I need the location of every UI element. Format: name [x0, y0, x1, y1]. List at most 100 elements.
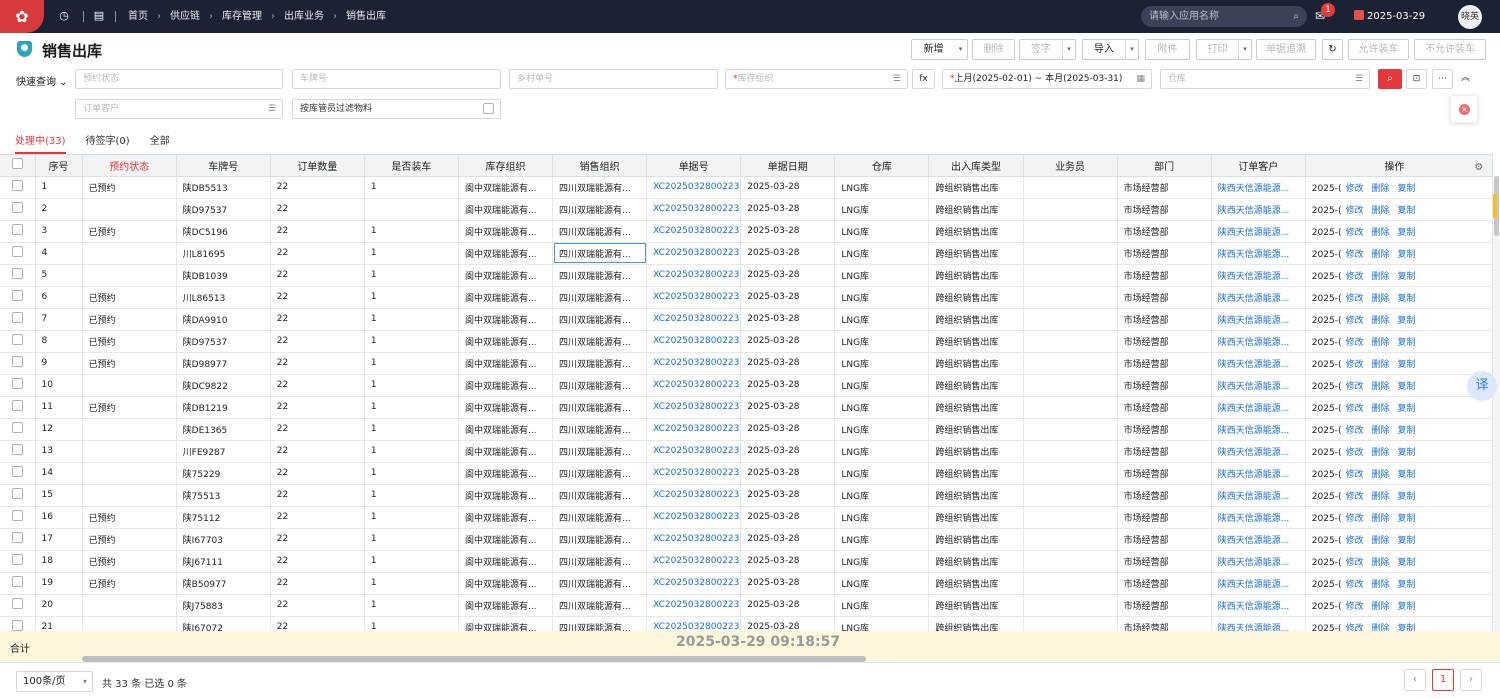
- col-header[interactable]: 车牌号: [176, 155, 271, 177]
- document-icon[interactable]: ▤: [92, 9, 106, 23]
- edit-link[interactable]: 修改: [1345, 404, 1363, 414]
- row-checkbox[interactable]: [0, 572, 36, 595]
- edit-link[interactable]: 修改: [1345, 294, 1363, 304]
- tab-pending-sign[interactable]: 待签字(0): [86, 132, 130, 154]
- customer-link[interactable]: 陕西天信源能源...: [1211, 220, 1306, 243]
- customer-link[interactable]: 陕西天信源能源...: [1211, 396, 1306, 419]
- copy-link[interactable]: 复制: [1398, 360, 1416, 370]
- delete-link[interactable]: 删除: [1371, 624, 1389, 632]
- error-indicator[interactable]: ×: [1450, 95, 1478, 123]
- avatar[interactable]: 晓英: [1458, 5, 1482, 29]
- doc-no-link[interactable]: XC2025032800223...: [646, 616, 742, 631]
- booking-status-field[interactable]: 预约状态: [75, 69, 283, 89]
- chevron-down-icon[interactable]: ▾: [954, 40, 967, 59]
- row-checkbox[interactable]: [0, 220, 36, 243]
- delete-button[interactable]: 删除: [972, 39, 1015, 60]
- col-header[interactable]: 序号: [35, 155, 83, 177]
- row-checkbox[interactable]: [0, 286, 36, 309]
- edit-link[interactable]: 修改: [1345, 580, 1363, 590]
- edit-link[interactable]: 修改: [1345, 514, 1363, 524]
- page-size-select[interactable]: 100条/页 ▾: [16, 671, 93, 692]
- col-header[interactable]: 订单数量: [270, 155, 365, 177]
- edit-link[interactable]: 修改: [1345, 184, 1363, 194]
- copy-link[interactable]: 复制: [1398, 514, 1416, 524]
- disallow-load-button[interactable]: 不允许装车: [1414, 39, 1486, 60]
- row-checkbox[interactable]: [0, 352, 36, 375]
- copy-link[interactable]: 复制: [1398, 272, 1416, 282]
- delete-link[interactable]: 删除: [1371, 536, 1389, 546]
- trace-button[interactable]: 单据追溯: [1256, 39, 1316, 60]
- edit-link[interactable]: 修改: [1345, 382, 1363, 392]
- table-row[interactable]: 15 陕75513 22 1 阆中双瑞能源有... 四川双瑞能源有... XC2025032…: [0, 484, 1493, 507]
- delete-link[interactable]: 删除: [1371, 448, 1389, 458]
- customer-link[interactable]: 陕西天信源能源...: [1211, 616, 1306, 631]
- table-row[interactable]: 12 陕DE1365 22 1 阆中双瑞能源有... 四川双瑞能源有... XC202503…: [0, 418, 1493, 441]
- filter-settings-icon[interactable]: ⊡: [1406, 69, 1427, 89]
- row-checkbox[interactable]: [0, 440, 36, 463]
- copy-link[interactable]: 复制: [1398, 580, 1416, 590]
- list-icon[interactable]: ☰: [268, 100, 276, 118]
- plate-no-field[interactable]: 车牌号: [292, 69, 501, 89]
- delete-link[interactable]: 删除: [1371, 470, 1389, 480]
- copy-link[interactable]: 复制: [1398, 426, 1416, 436]
- doc-no-link[interactable]: XC2025032800223...: [646, 198, 742, 221]
- delete-link[interactable]: 删除: [1371, 382, 1389, 392]
- edit-link[interactable]: 修改: [1345, 536, 1363, 546]
- copy-link[interactable]: 复制: [1398, 448, 1416, 458]
- doc-no-link[interactable]: XC2025032800223...: [646, 220, 742, 243]
- table-row[interactable]: 7 已预约 陕DA9910 22 1 阆中双瑞能源有... 四川双瑞能源有... XC2025…: [0, 308, 1493, 331]
- delete-link[interactable]: 删除: [1371, 184, 1389, 194]
- tab-all[interactable]: 全部: [150, 132, 170, 154]
- chevron-down-icon[interactable]: ▾: [1238, 40, 1251, 59]
- customer-link[interactable]: 陕西天信源能源...: [1211, 330, 1306, 353]
- row-checkbox[interactable]: [0, 484, 36, 507]
- row-checkbox[interactable]: [0, 462, 36, 485]
- copy-link[interactable]: 复制: [1398, 602, 1416, 612]
- search-button[interactable]: ⌕: [1378, 69, 1402, 89]
- doc-no-link[interactable]: XC2025032800223...: [646, 352, 742, 375]
- col-header[interactable]: 是否装车: [364, 155, 459, 177]
- add-button[interactable]: 新增 ▾: [911, 39, 968, 60]
- close-icon[interactable]: ×: [1459, 104, 1470, 115]
- row-checkbox[interactable]: [0, 198, 36, 221]
- row-checkbox[interactable]: [0, 506, 36, 529]
- breadcrumb-home[interactable]: 首页: [128, 0, 148, 33]
- delete-link[interactable]: 删除: [1371, 206, 1389, 216]
- delete-link[interactable]: 删除: [1371, 228, 1389, 238]
- vertical-scrollbar[interactable]: [1493, 176, 1500, 631]
- customer-link[interactable]: 陕西天信源能源...: [1211, 374, 1306, 397]
- customer-link[interactable]: 陕西天信源能源...: [1211, 484, 1306, 507]
- customer-link[interactable]: 陕西天信源能源...: [1211, 506, 1306, 529]
- delete-link[interactable]: 删除: [1371, 580, 1389, 590]
- app-logo-icon[interactable]: ✿: [0, 0, 44, 33]
- table-row[interactable]: 4 川L81695 22 1 阆中双瑞能源有... 四川双瑞能源有... XC2025032…: [0, 242, 1493, 265]
- copy-link[interactable]: 复制: [1398, 382, 1416, 392]
- attach-button[interactable]: 附件: [1145, 39, 1190, 60]
- copy-link[interactable]: 复制: [1398, 470, 1416, 480]
- table-row[interactable]: 13 川FE9287 22 1 阆中双瑞能源有... 四川双瑞能源有... XC202503…: [0, 440, 1493, 463]
- column-settings-icon[interactable]: ⚙: [1474, 162, 1483, 173]
- doc-no-link[interactable]: XC2025032800223...: [646, 330, 742, 353]
- row-checkbox[interactable]: [0, 594, 36, 617]
- row-checkbox[interactable]: [0, 308, 36, 331]
- table-row[interactable]: 8 已预约 陕D97537 22 1 阆中双瑞能源有... 四川双瑞能源有... XC2025…: [0, 330, 1493, 353]
- doc-no-link[interactable]: XC2025032800223...: [646, 528, 742, 551]
- table-row[interactable]: 16 已预约 陕75112 22 1 阆中双瑞能源有... 四川双瑞能源有... XC2025…: [0, 506, 1493, 529]
- table-row[interactable]: 10 陕DC9822 22 1 阆中双瑞能源有... 四川双瑞能源有... XC202503…: [0, 374, 1493, 397]
- col-header[interactable]: 订单客户: [1211, 155, 1306, 177]
- doc-no-link[interactable]: XC2025032800223...: [646, 286, 742, 309]
- edit-link[interactable]: 修改: [1345, 360, 1363, 370]
- delete-link[interactable]: 删除: [1371, 294, 1389, 304]
- sign-button[interactable]: 签字 ▾: [1019, 39, 1076, 60]
- table-row[interactable]: 2 陕D97537 22 阆中双瑞能源有... 四川双瑞能源有... XC20250328…: [0, 198, 1493, 221]
- village-order-field[interactable]: 乡村单号: [509, 69, 718, 89]
- doc-no-link[interactable]: XC2025032800223...: [646, 484, 742, 507]
- edit-link[interactable]: 修改: [1345, 602, 1363, 612]
- breadcrumb-inventory[interactable]: 库存管理: [222, 0, 262, 33]
- copy-link[interactable]: 复制: [1398, 492, 1416, 502]
- row-checkbox[interactable]: [0, 242, 36, 265]
- table-row[interactable]: 14 陕75229 22 1 阆中双瑞能源有... 四川双瑞能源有... XC2025032…: [0, 462, 1493, 485]
- delete-link[interactable]: 删除: [1371, 492, 1389, 502]
- customer-link[interactable]: 陕西天信源能源...: [1211, 264, 1306, 287]
- copy-link[interactable]: 复制: [1398, 404, 1416, 414]
